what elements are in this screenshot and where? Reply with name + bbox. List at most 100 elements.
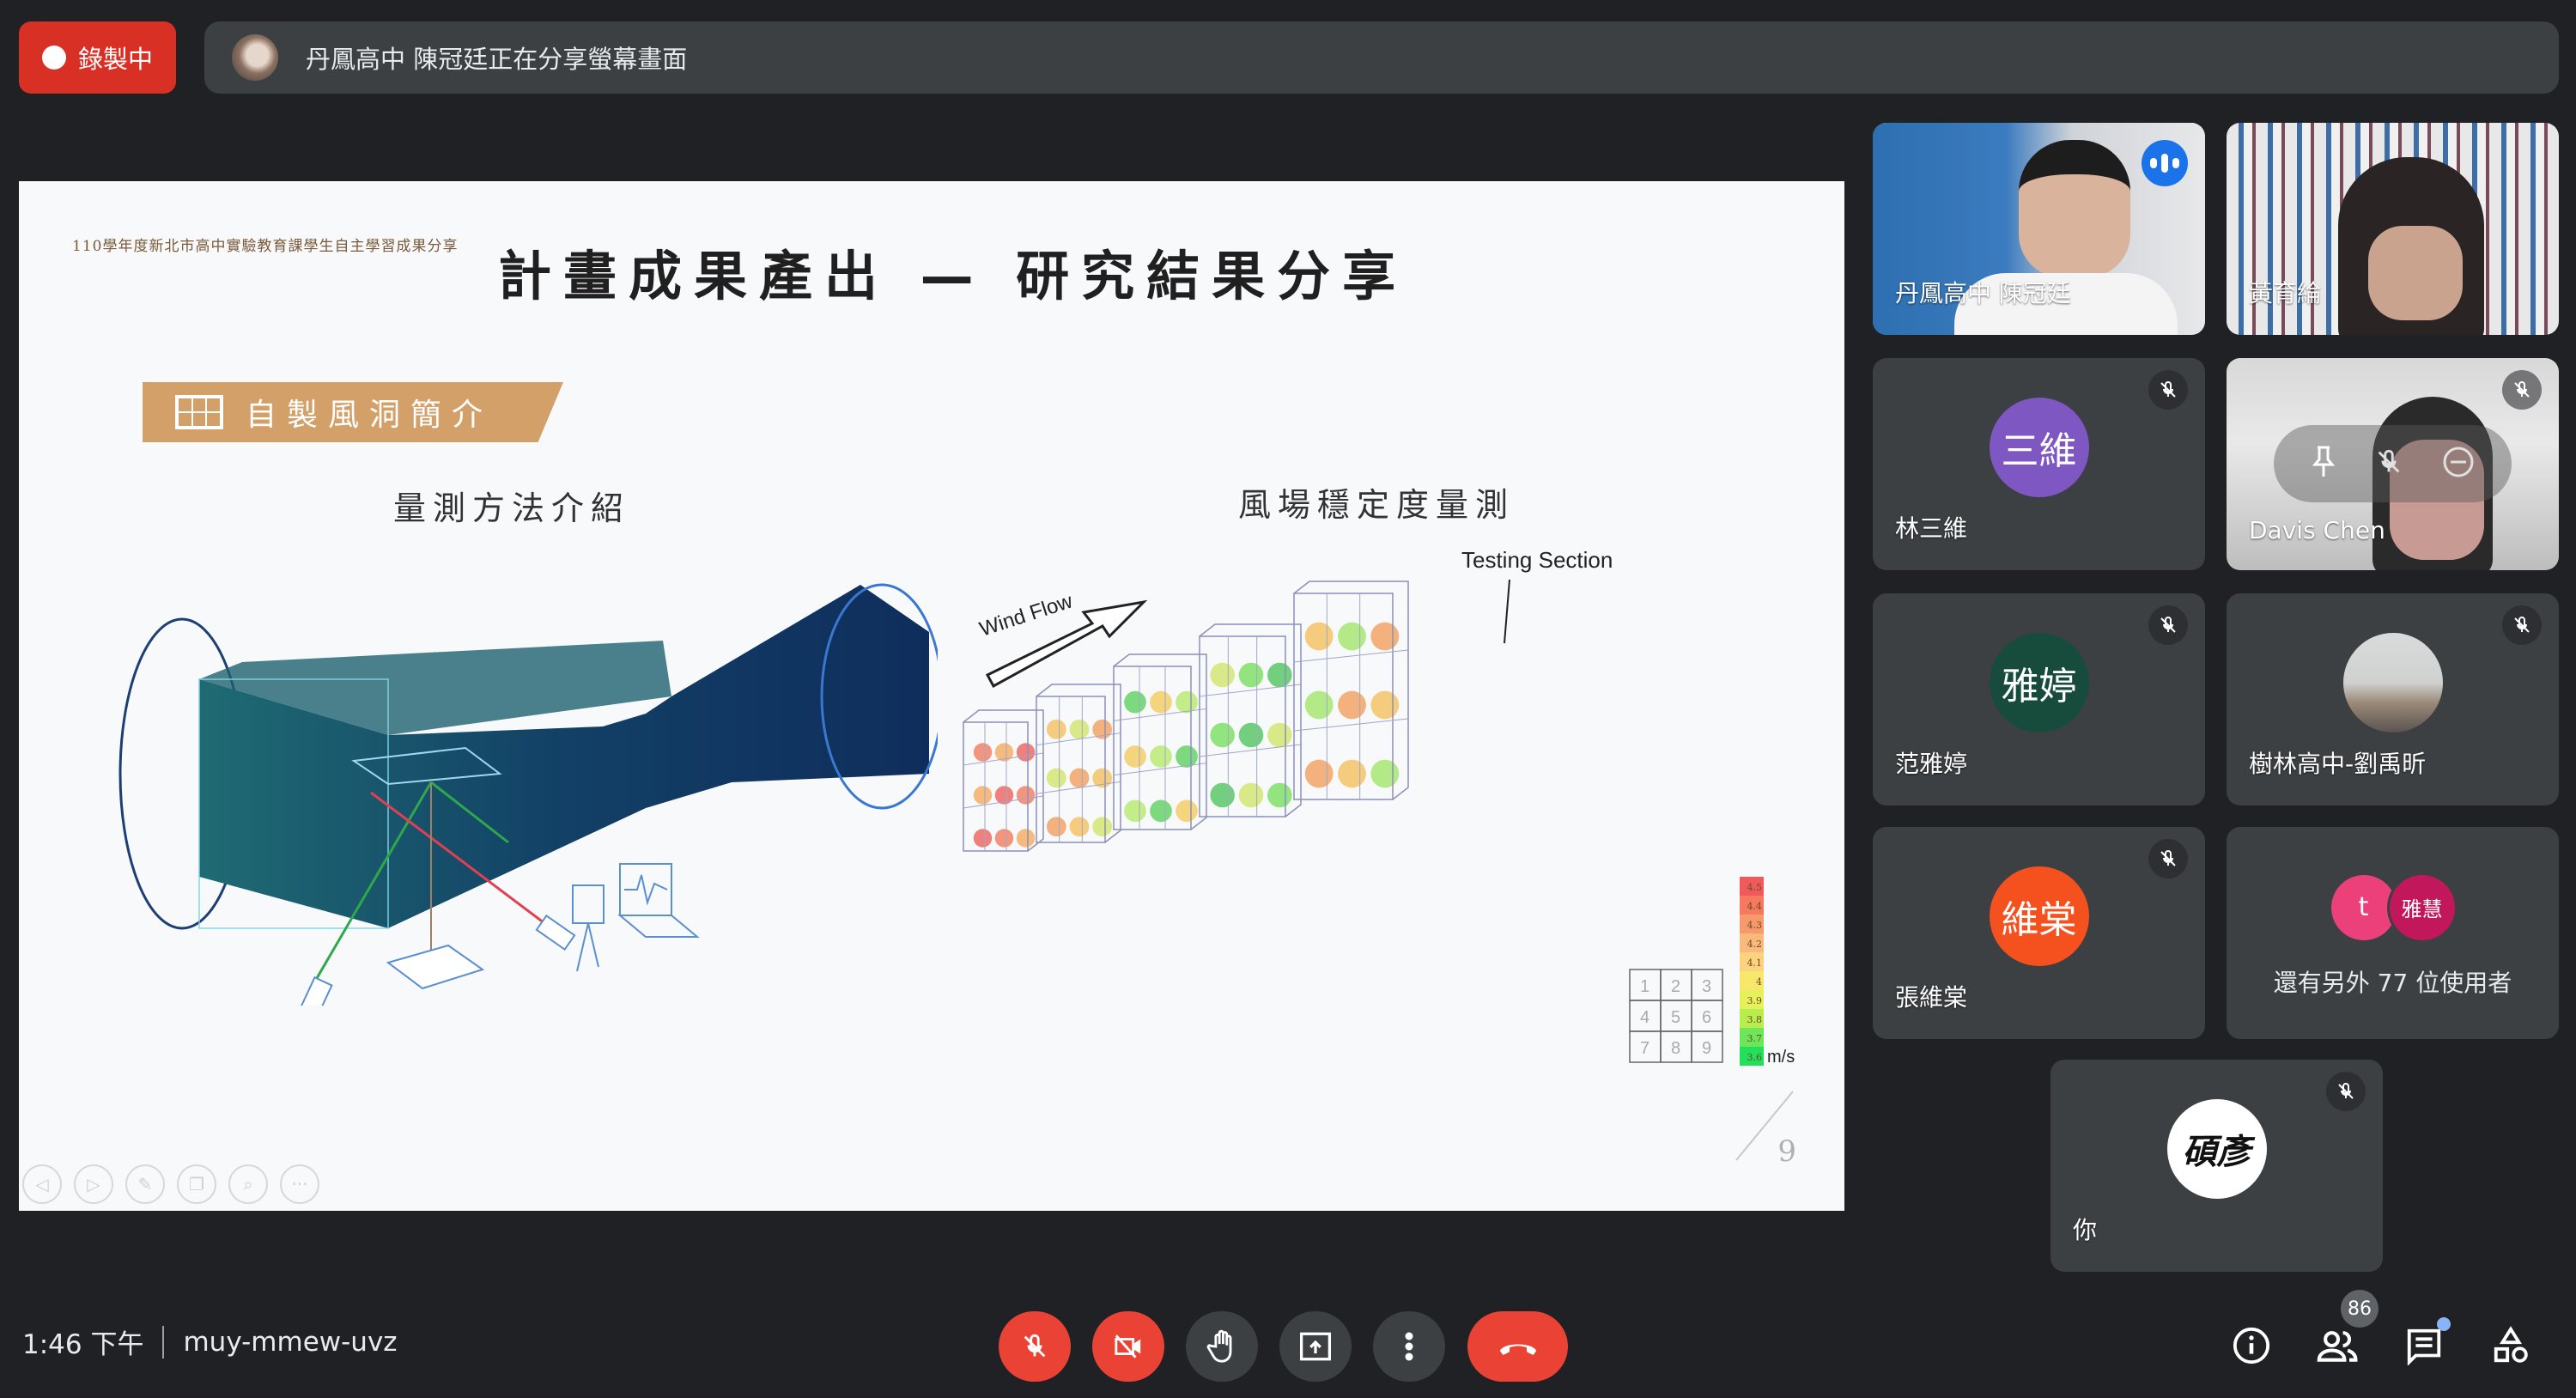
other-participants-avatars: t 雅慧	[2330, 874, 2455, 940]
participant-avatar: 雅慧	[2389, 874, 2455, 940]
wind-flow-label: Wind Flow	[977, 589, 1077, 641]
participant-tile[interactable]: 維棠 張維棠	[1873, 827, 2205, 1039]
participant-avatar: 三維	[1989, 397, 2089, 497]
remove-participant-button[interactable]	[2441, 445, 2476, 483]
pen-icon: ✎	[137, 1174, 153, 1194]
table-icon	[175, 395, 223, 429]
unread-chat-indicator	[2437, 1317, 2451, 1331]
testing-section-cube	[1293, 580, 1409, 800]
legend-value: 4.5	[1747, 882, 1763, 893]
pin-icon	[2312, 446, 2336, 477]
camera-tripod	[572, 884, 605, 924]
section-tag: 自製風洞簡介	[143, 382, 563, 442]
participant-tile[interactable]: Davis Chen	[2227, 358, 2559, 570]
shared-screen-slide: 110學年度新北市高中實驗教育課學生自主學習成果分享 計畫成果產出 — 研究結果…	[19, 181, 1844, 1211]
testing-section-cube	[963, 709, 1044, 852]
slide-header-note: 110學年度新北市高中實驗教育課學生自主學習成果分享	[72, 238, 459, 255]
meeting-info: 1:46 下午 muy-mmew-uvz	[22, 1322, 398, 1361]
info-icon	[2233, 1327, 2270, 1365]
triangle-left-icon: ◁	[35, 1174, 49, 1194]
participant-tile[interactable]: 三維 林三維	[1873, 358, 2205, 570]
legend-value: 4.3	[1747, 920, 1763, 931]
more-participants-label: 還有另外 77 位使用者	[2273, 969, 2512, 997]
legend-value: 4	[1756, 976, 1762, 988]
participant-avatar: t	[2330, 874, 2397, 940]
leave-call-button[interactable]	[1467, 1311, 1568, 1382]
pin-button[interactable]	[2310, 445, 2337, 483]
page-number-value: 9	[1777, 1134, 1796, 1169]
speaking-indicator-icon	[2142, 140, 2188, 186]
legend-value: 4.4	[1747, 901, 1763, 912]
legend-value: 3.6	[1747, 1052, 1763, 1063]
participant-tile[interactable]: 黃育綸	[2227, 123, 2559, 335]
zoom-button[interactable]: ⌕	[228, 1164, 268, 1204]
more-vert-icon	[1405, 1332, 1413, 1361]
grid-cell-number: 9	[1702, 1039, 1711, 1058]
participant-count-badge: 86	[2341, 1290, 2379, 1328]
raise-hand-button[interactable]	[1186, 1311, 1258, 1382]
participant-name: 黃育綸	[2249, 279, 2322, 307]
participant-name: Davis Chen	[2249, 516, 2385, 544]
people-button[interactable]	[2312, 1320, 2364, 1371]
grid-cell-number: 6	[1702, 1008, 1711, 1027]
legend-value: 4.2	[1747, 939, 1763, 950]
load-cell-scale	[386, 944, 485, 990]
grid-cell-number: 7	[1640, 1039, 1649, 1058]
grid-cell-number: 3	[1702, 977, 1711, 996]
mic-off-icon	[2148, 839, 2188, 878]
wind-stability-subtitle: 風場穩定度量測	[1238, 486, 1516, 524]
next-slide-button[interactable]: ▷	[74, 1164, 113, 1204]
meeting-details-button[interactable]	[2226, 1320, 2277, 1371]
triangle-right-icon: ▷	[87, 1174, 100, 1194]
recording-indicator[interactable]: 錄製中	[19, 21, 176, 94]
slides-icon: ❐	[189, 1174, 204, 1194]
measurement-method-subtitle: 量測方法介紹	[393, 489, 631, 527]
wind-tunnel-illustration	[118, 583, 938, 1006]
grid-cell-number: 5	[1671, 1008, 1680, 1027]
section-tag-label: 自製風洞簡介	[246, 398, 494, 433]
activities-button[interactable]	[2485, 1320, 2537, 1371]
mic-off-icon	[2502, 605, 2542, 645]
participant-tile[interactable]: 樹林高中-劉禹昕	[2227, 593, 2559, 805]
slides-overview-button[interactable]: ❐	[177, 1164, 216, 1204]
participant-face	[2019, 140, 2130, 277]
tunnel-body	[199, 585, 929, 928]
wind-field-stability-figure: Wind Flow Testing Section	[963, 547, 1613, 852]
more-participants-tile[interactable]: t 雅慧 還有另外 77 位使用者	[2227, 827, 2559, 1039]
previous-slide-button[interactable]: ◁	[22, 1164, 62, 1204]
testing-section-label: Testing Section	[1461, 547, 1613, 573]
legend-unit: m/s	[1767, 1048, 1795, 1067]
participant-photo-avatar	[2342, 632, 2443, 732]
legend-value: 3.9	[1747, 995, 1763, 1006]
remove-circle-icon	[2443, 447, 2474, 477]
camera-off-icon	[1115, 1334, 1141, 1358]
participant-tile[interactable]: 丹鳳高中 陳冠廷	[1873, 123, 2205, 335]
participant-tile[interactable]: 雅婷 范雅婷	[1873, 593, 2205, 805]
pen-button[interactable]: ✎	[125, 1164, 165, 1204]
camera-toggle-button[interactable]	[1092, 1311, 1164, 1382]
testing-section-cube	[1113, 653, 1207, 830]
slide-title: 計畫成果產出 — 研究結果分享	[498, 245, 1408, 307]
page-number: 9	[1728, 1074, 1796, 1169]
more-slide-options-button[interactable]: ···	[280, 1164, 319, 1204]
mic-off-icon	[2148, 370, 2188, 410]
participant-name: 樹林高中-劉禹昕	[2249, 750, 2427, 778]
magnifier-icon: ⌕	[243, 1174, 253, 1194]
mute-participant-button[interactable]	[2374, 445, 2403, 483]
presenting-banner: 丹鳳高中 陳冠廷正在分享螢幕畫面	[204, 21, 2559, 94]
participant-name: 張維棠	[1895, 983, 1968, 1012]
grid-cell-number: 8	[1671, 1039, 1680, 1058]
participant-name: 丹鳳高中 陳冠廷	[1895, 279, 2071, 307]
current-time: 1:46 下午	[22, 1329, 144, 1360]
mic-off-icon	[2502, 370, 2542, 410]
mic-off-icon	[1024, 1334, 1046, 1358]
tile-hover-actions	[2274, 425, 2512, 502]
present-screen-icon	[1300, 1332, 1331, 1361]
self-tile[interactable]: 碩彥 你	[2050, 1060, 2383, 1272]
legend-value: 3.8	[1747, 1014, 1763, 1025]
present-now-button[interactable]	[1279, 1311, 1352, 1382]
more-options-button[interactable]	[1373, 1311, 1445, 1382]
divider	[162, 1325, 165, 1358]
microphone-toggle-button[interactable]	[999, 1311, 1071, 1382]
participant-name: 林三維	[1895, 514, 1968, 543]
